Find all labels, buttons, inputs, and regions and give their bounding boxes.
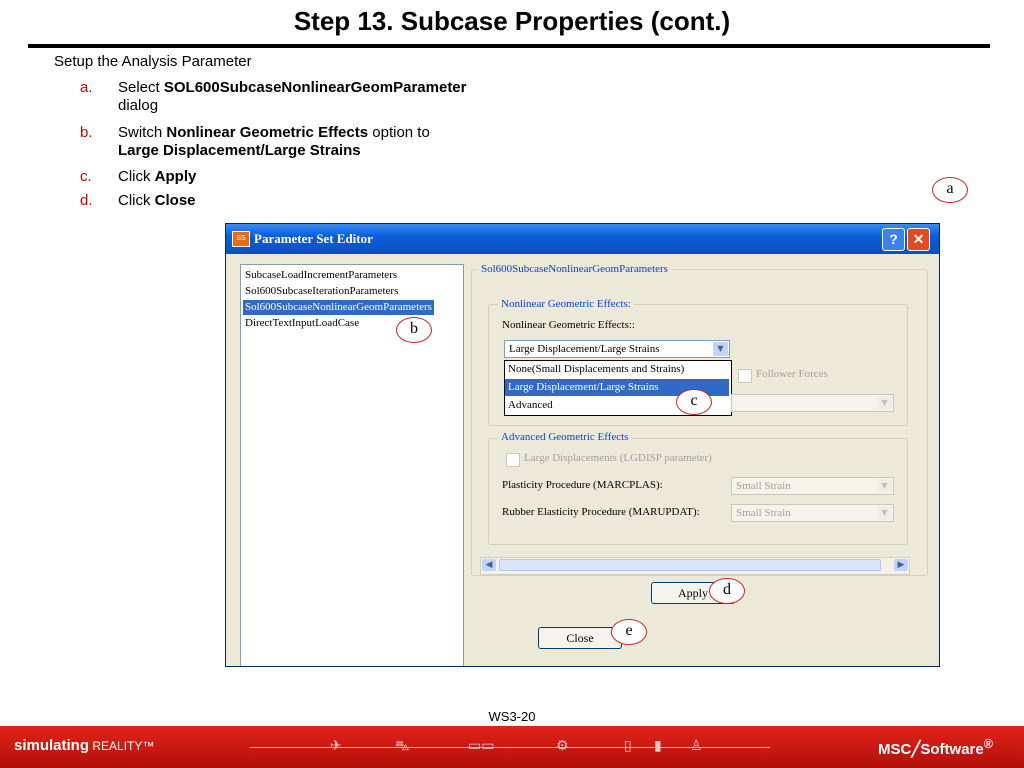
slide-title: Step 13. Subcase Properties (cont.)	[293, 6, 731, 36]
car-icon: ⛍	[395, 738, 410, 754]
train-icon: ▭▭	[468, 738, 495, 754]
step-letter: b.	[80, 124, 93, 141]
intro-text: Setup the Analysis Parameter	[54, 53, 252, 70]
callout-e: e	[611, 619, 647, 645]
close-icon[interactable]: ✕	[907, 228, 930, 251]
large-displacements-checkbox[interactable]	[506, 453, 520, 467]
question-icon[interactable]: ?	[882, 228, 905, 251]
slogan-rest: REALITY™	[89, 739, 155, 753]
close-button[interactable]: Close	[538, 627, 622, 649]
rubber-elasticity-label: Rubber Elasticity Procedure (MARUPDAT):	[502, 506, 700, 518]
advanced-group-title: Advanced Geometric Effects	[498, 431, 632, 443]
footer-bar: simulating REALITY™ ✈ ⛍ ▭▭ ⚙ ▯ ▮ ♙ MSC╱S…	[0, 726, 1024, 768]
step-text: Click	[118, 168, 155, 185]
list-item[interactable]: SubcaseLoadIncrementParameters	[243, 268, 399, 283]
person-icon: ♙	[690, 738, 703, 754]
slogan: simulating REALITY™	[14, 737, 154, 754]
dialog-title: Parameter Set Editor	[254, 231, 373, 246]
chevron-down-icon[interactable]: ▼	[877, 506, 892, 520]
step-bold-text-line2: Large Displacement/Large Strains	[118, 142, 361, 159]
gear-icon: ⚙	[556, 738, 569, 754]
step-text: Switch	[118, 124, 167, 141]
follower-forces-label: Follower Forces	[756, 368, 828, 380]
list-item[interactable]: Sol600SubcaseIterationParameters	[243, 284, 400, 299]
step-bold-text: Apply	[154, 168, 197, 185]
disabled-dropdown[interactable]: ▼	[731, 394, 894, 412]
dialog-titlebar[interactable]: SS Parameter Set Editor ? ✕	[226, 224, 939, 254]
step-letter: a.	[80, 79, 93, 96]
rubber-elasticity-dropdown[interactable]: Small Strain ▼	[731, 504, 894, 522]
step-a: a. Select SOL600SubcaseNonlinearGeomPara…	[80, 79, 530, 115]
step-b: b. Switch Nonlinear Geometric Effects op…	[80, 124, 530, 160]
scroll-right-icon[interactable]: ▶	[894, 559, 908, 571]
step-text: Click	[118, 192, 155, 209]
logo-text: MSC╱Software	[878, 741, 984, 758]
step-letter: c.	[80, 168, 92, 185]
horizontal-scrollbar[interactable]: ◀ ▶	[480, 557, 910, 575]
plasticity-dropdown[interactable]: Small Strain ▼	[731, 477, 894, 495]
callout-a: a	[932, 177, 968, 203]
dropdown-value: Small Strain	[736, 480, 791, 492]
list-item[interactable]: DirectTextInputLoadCase	[243, 316, 361, 331]
step-bold-text: SOL600SubcaseNonlinearGeomParameter	[163, 79, 467, 96]
dropdown-value: Small Strain	[736, 507, 791, 519]
msc-software-logo: MSC╱Software®	[878, 737, 993, 758]
plasticity-label: Plasticity Procedure (MARCPLAS):	[502, 479, 663, 491]
step-d: d. Click Close	[80, 192, 530, 210]
airplane-icon: ✈	[330, 738, 342, 754]
dropdown-option[interactable]: None(Small Displacements and Strains)	[505, 361, 729, 378]
nonlinear-effects-dropdown[interactable]: Large Displacement/Large Strains ▼	[504, 340, 730, 358]
callout-d: d	[709, 578, 745, 604]
step-bold-text: Nonlinear Geometric Effects	[166, 124, 369, 141]
step-bold-text: Close	[154, 192, 196, 209]
app-icon: SS	[232, 231, 250, 247]
chevron-down-icon[interactable]: ▼	[713, 342, 728, 356]
page-number: WS3-20	[488, 709, 536, 724]
scroll-left-icon[interactable]: ◀	[482, 559, 496, 571]
step-text-post: option to	[368, 124, 430, 141]
phone-icon: ▯	[624, 738, 632, 754]
step-text-line2: dialog	[118, 97, 159, 114]
follower-forces-checkbox[interactable]	[738, 369, 752, 383]
step-letter: d.	[80, 192, 93, 209]
nonlinear-group-title: Nonlinear Geometric Effects:	[498, 298, 634, 310]
list-item-selected[interactable]: Sol600SubcaseNonlinearGeomParameters	[243, 300, 434, 315]
nonlinear-field-label: Nonlinear Geometric Effects::	[502, 319, 635, 331]
panel-title: Sol600SubcaseNonlinearGeomParameters	[478, 263, 671, 275]
slogan-bold: simulating	[14, 737, 90, 754]
chevron-down-icon[interactable]: ▼	[877, 396, 892, 410]
large-displacements-label: Large Displacements (LGDISP parameter)	[524, 452, 712, 464]
title-divider	[28, 44, 990, 48]
chevron-down-icon[interactable]: ▼	[877, 479, 892, 493]
logo-suffix: ®	[983, 737, 993, 751]
parameter-set-editor-dialog: SS Parameter Set Editor ? ✕ SubcaseLoadI…	[225, 223, 940, 667]
callout-b: b	[396, 317, 432, 343]
bottle-icon: ▮	[654, 738, 662, 754]
scroll-thumb[interactable]	[499, 559, 881, 571]
step-c: c. Click Apply	[80, 168, 530, 186]
callout-c: c	[676, 389, 712, 415]
dropdown-value: Large Displacement/Large Strains	[509, 343, 660, 355]
step-text: Select	[118, 79, 164, 96]
